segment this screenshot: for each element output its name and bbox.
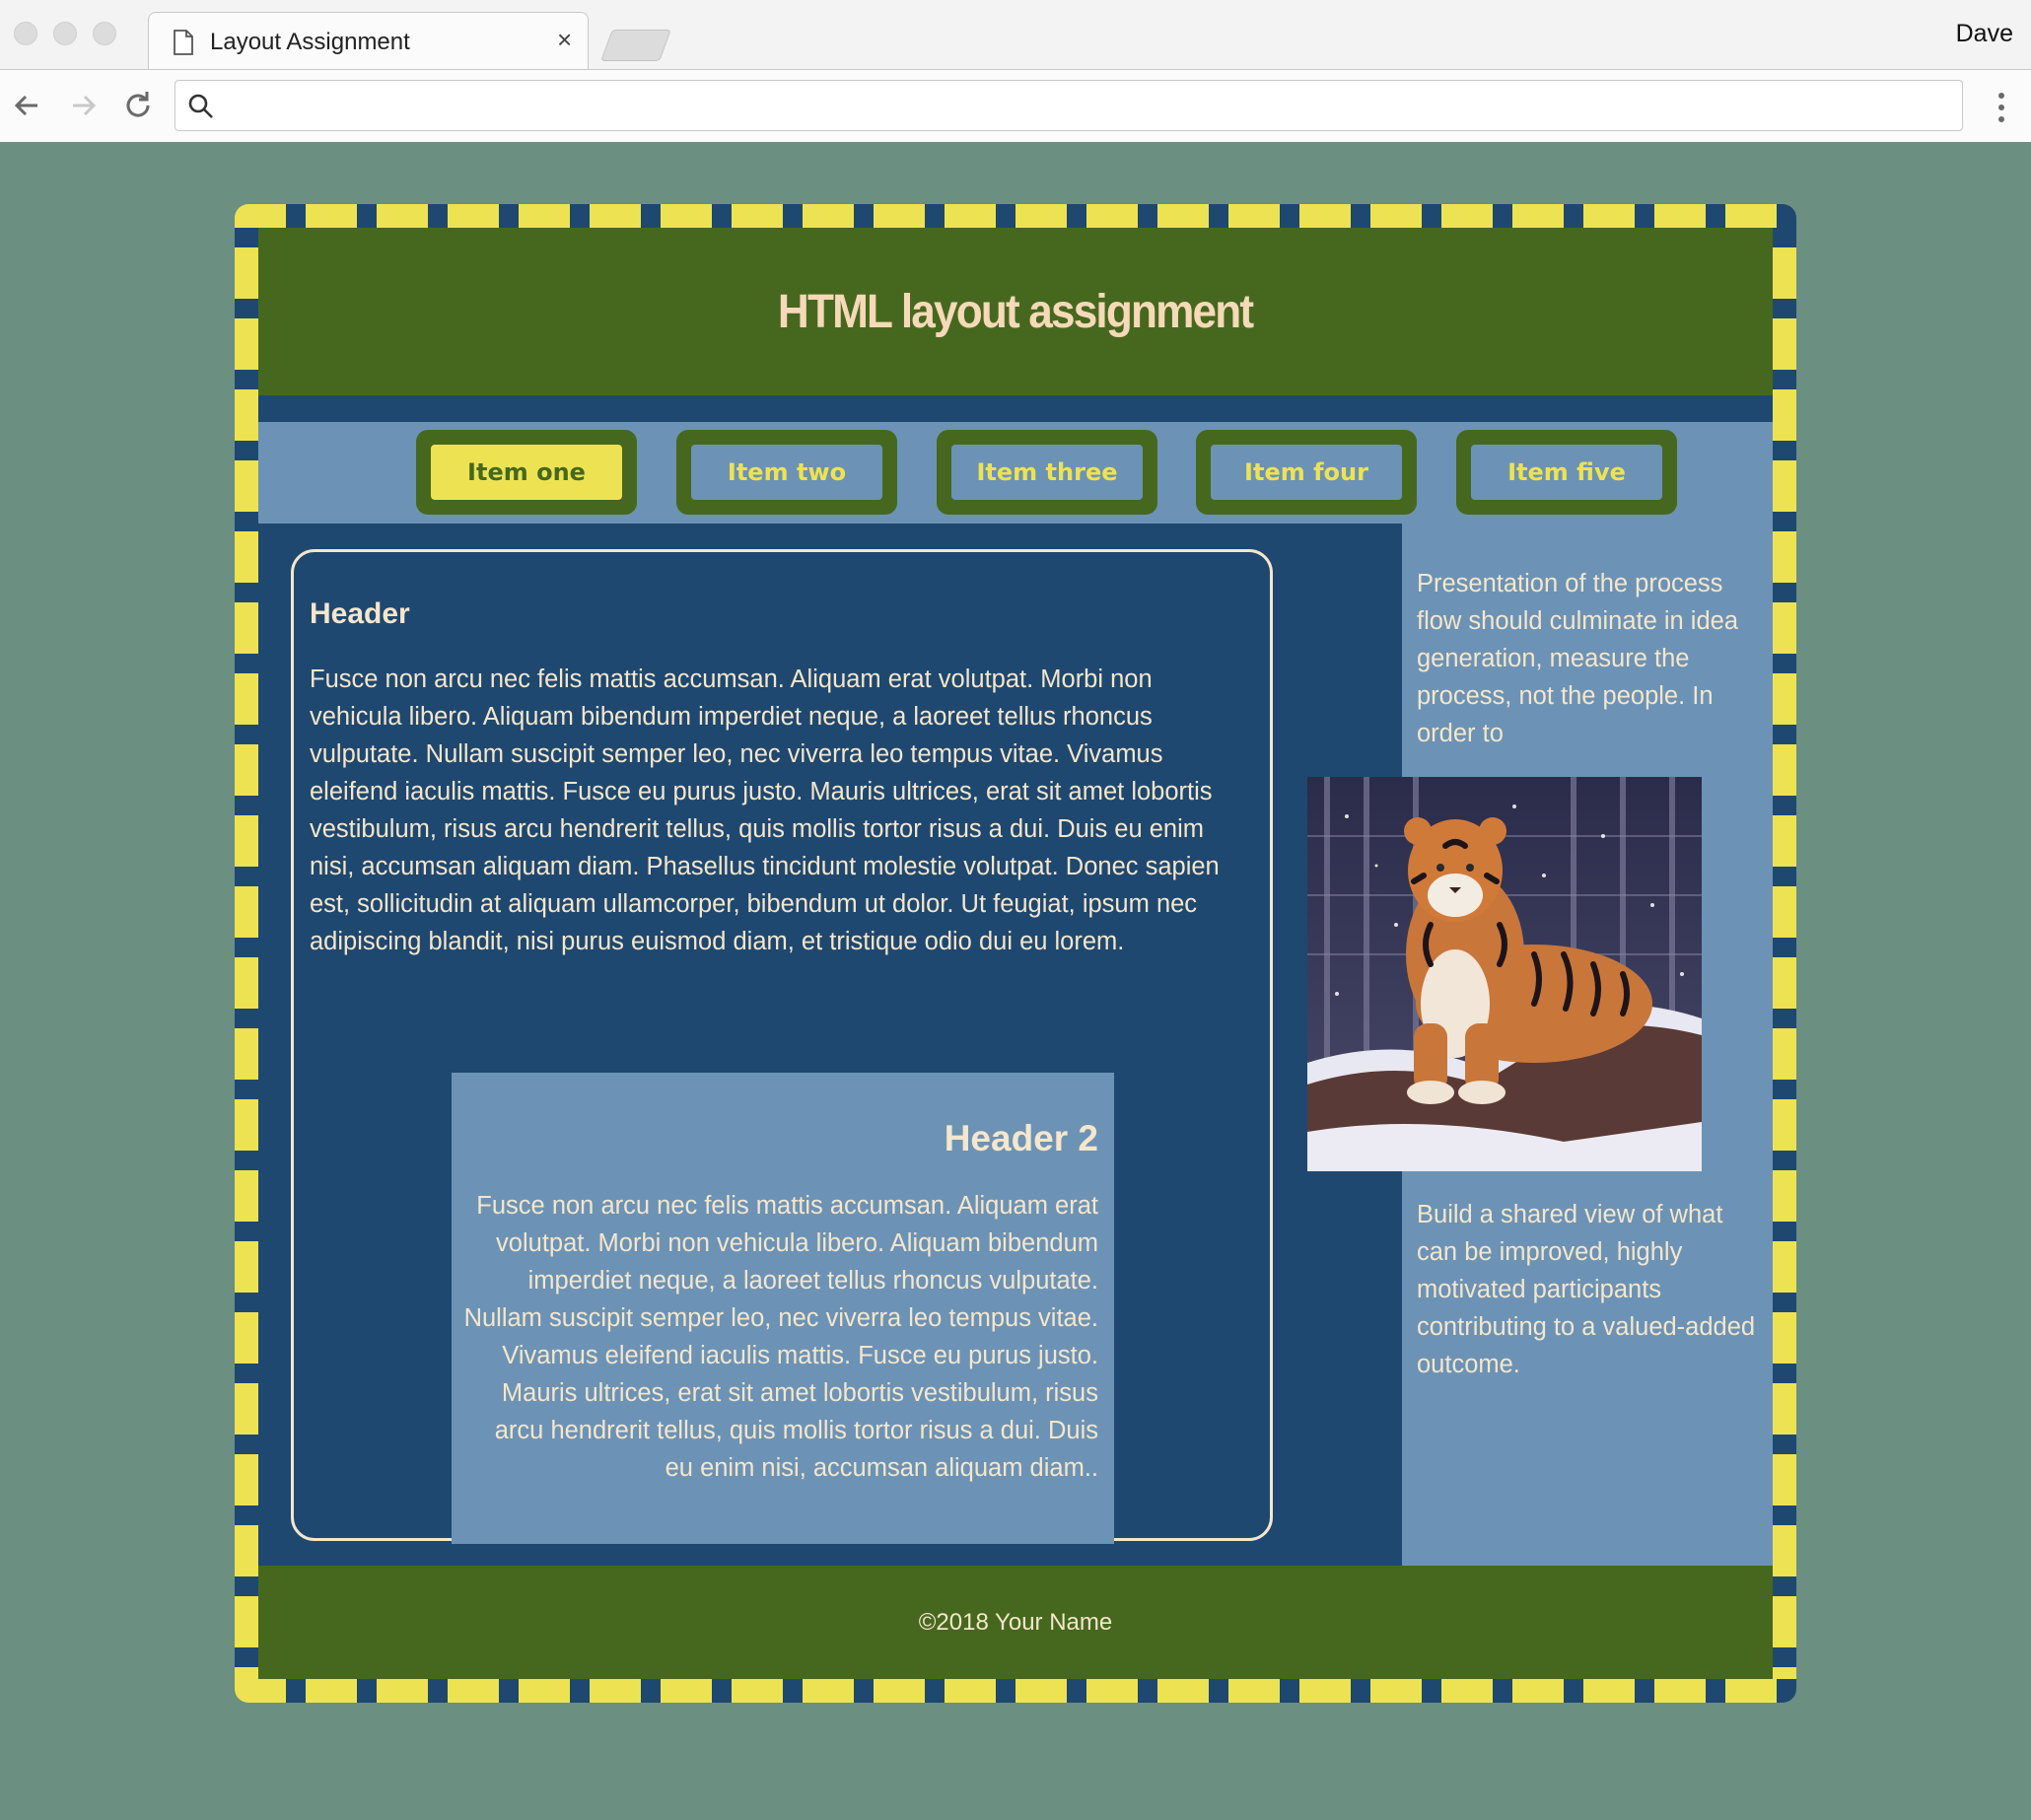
profile-name[interactable]: Dave (1956, 20, 2013, 48)
tiger-photo (1307, 777, 1702, 1171)
maximize-window-button[interactable] (93, 22, 116, 45)
section-header-2: Header 2 (944, 1118, 1098, 1158)
tab-title: Layout Assignment (210, 29, 410, 55)
address-bar[interactable] (175, 80, 1963, 131)
search-icon (188, 94, 213, 118)
new-tab-button[interactable] (600, 30, 671, 61)
tab-layout-assignment[interactable]: Layout Assignment × (148, 12, 589, 70)
nav-item-four[interactable]: Item four (1196, 430, 1417, 515)
close-window-button[interactable] (14, 22, 37, 45)
nav-item-three[interactable]: Item three (937, 430, 1157, 515)
nav-item-label: Item two (691, 445, 882, 500)
tab-close-icon[interactable]: × (557, 25, 572, 55)
site-header: HTML layout assignment (258, 228, 1773, 395)
main-article: Header Fusce non arcu nec felis mattis a… (291, 549, 1273, 1544)
reload-icon[interactable] (118, 86, 158, 125)
nav-item-five[interactable]: Item five (1456, 430, 1677, 515)
sidebar-paragraph-2: Build a shared view of what can be impro… (1417, 1201, 1756, 1378)
sidebar-paragraph-1: Presentation of the process flow should … (1417, 570, 1739, 747)
document-icon (174, 30, 193, 55)
browser-chrome: Layout Assignment × Dave (0, 0, 2031, 142)
copyright-text: ©2018 Your Name (918, 1608, 1113, 1636)
nav-item-two[interactable]: Item two (676, 430, 897, 515)
article-body: Fusce non arcu nec felis mattis accumsan… (310, 665, 1220, 955)
tab-strip: Layout Assignment × Dave (0, 0, 2031, 70)
more-menu-icon[interactable] (1989, 88, 2014, 127)
article-header: Header (310, 597, 410, 630)
secondary-section: Header 2 Fusce non arcu nec felis mattis… (452, 1073, 1114, 1544)
nav-item-label: Item four (1211, 445, 1402, 500)
nav-item-one[interactable]: Item one (416, 430, 637, 515)
site-footer: ©2018 Your Name (258, 1566, 1773, 1679)
main-nav: Item one Item two Item three Item four I… (258, 422, 1773, 524)
nav-item-label: Item one (431, 445, 622, 500)
page-title: HTML layout assignment (778, 285, 1254, 338)
address-input[interactable] (227, 89, 1946, 124)
back-arrow-icon[interactable] (8, 86, 47, 125)
forward-arrow-icon[interactable] (63, 86, 103, 125)
nav-item-label: Item three (951, 445, 1143, 500)
section-body-2: Fusce non arcu nec felis mattis accumsan… (463, 1192, 1098, 1482)
nav-item-label: Item five (1471, 445, 1662, 500)
page-container: HTML layout assignment Item one Item two… (258, 228, 1773, 1679)
minimize-window-button[interactable] (53, 22, 77, 45)
browser-toolbar (0, 69, 2031, 142)
